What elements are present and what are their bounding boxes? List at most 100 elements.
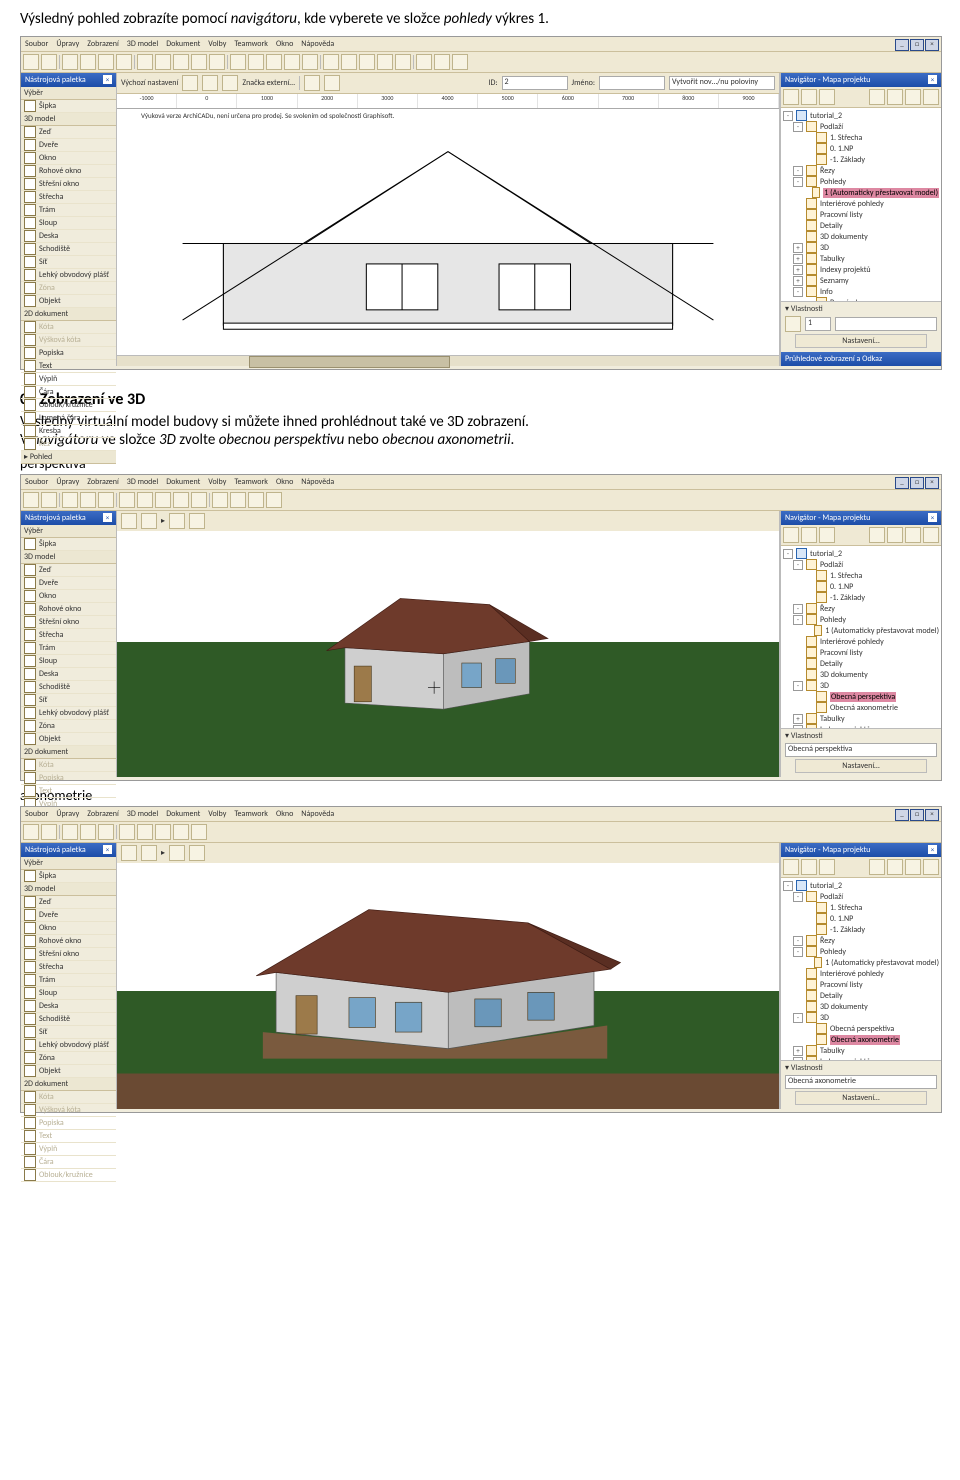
info-icon[interactable] (222, 75, 238, 91)
window-close[interactable]: × (925, 809, 939, 821)
tool-row[interactable]: Kresba (21, 425, 116, 438)
toolbar-button[interactable] (209, 54, 225, 70)
tool-row[interactable]: Okno (21, 922, 116, 935)
toolbar-button[interactable] (116, 54, 132, 70)
tool-row[interactable]: Střešní okno (21, 948, 116, 961)
tool-row[interactable]: Zeď (21, 564, 116, 577)
info-icon[interactable] (202, 75, 218, 91)
nav-button[interactable] (923, 527, 939, 543)
tool-row[interactable]: Zóna (21, 720, 116, 733)
tree-item[interactable]: 3D dokumenty (783, 669, 939, 680)
menu-item[interactable]: Úpravy (56, 809, 79, 819)
tree-item[interactable]: 0. 1.NP (783, 913, 939, 924)
tree-item[interactable]: Detaily (783, 220, 939, 231)
menu-item[interactable]: 3D model (127, 809, 158, 819)
menu-item[interactable]: Volby (208, 809, 226, 819)
tool-row[interactable]: Deska (21, 1000, 116, 1013)
tool-row[interactable]: Lehký obvodový plášť (21, 269, 116, 282)
prop-name[interactable]: Obecná axonometrie (785, 1075, 937, 1089)
tree-item[interactable]: -Podlaží (783, 121, 939, 132)
close-icon[interactable]: × (928, 845, 937, 854)
toolbar-button[interactable] (302, 54, 318, 70)
tree-item[interactable]: Detaily (783, 990, 939, 1001)
menu-item[interactable]: Teamwork (234, 39, 268, 49)
info-icon[interactable] (182, 75, 198, 91)
tree-project-root[interactable]: -tutorial_2 (783, 110, 939, 121)
tool-row[interactable]: Dveře (21, 909, 116, 922)
toolbar-button[interactable] (23, 824, 39, 840)
menu-item[interactable]: Soubor (25, 39, 48, 49)
toolbar-button[interactable] (80, 824, 96, 840)
tool-row[interactable]: Trám (21, 204, 116, 217)
tool-row[interactable]: Zeď (21, 126, 116, 139)
tool-row[interactable]: Sloup (21, 655, 116, 668)
menu-item[interactable]: Zobrazení (87, 809, 119, 819)
toolbar-button[interactable] (62, 824, 78, 840)
tool-row[interactable]: Sloup (21, 217, 116, 230)
tool-row[interactable]: Okno (21, 152, 116, 165)
navigator-tree[interactable]: -tutorial_2-Podlaží1. Střecha0. 1.NP-1. … (781, 546, 941, 728)
menu-item[interactable]: Dokument (166, 809, 200, 819)
toolbar-button[interactable] (137, 492, 153, 508)
menu-item[interactable]: Dokument (166, 477, 200, 487)
tree-item[interactable]: 0. 1.NP (783, 143, 939, 154)
palette-group[interactable]: 3D model (21, 551, 116, 564)
nav-button[interactable] (869, 89, 885, 105)
window-min[interactable]: _ (895, 39, 909, 51)
prop-name[interactable]: Obecná perspektiva (785, 743, 937, 757)
toolbar-button[interactable] (155, 54, 171, 70)
tool-row[interactable]: Lomená čára (21, 412, 116, 425)
toolbar-button[interactable] (62, 54, 78, 70)
menu-item[interactable]: Volby (208, 39, 226, 49)
toolbar-button[interactable] (212, 492, 228, 508)
tree-item[interactable]: Detaily (783, 658, 939, 669)
tree-item[interactable]: 1 (Automaticky přestavovat model) (783, 625, 939, 636)
nav-button[interactable] (819, 89, 835, 105)
tree-item[interactable]: +Tabulky (783, 253, 939, 264)
nav-button[interactable] (923, 859, 939, 875)
tree-item[interactable]: -Podlaží (783, 891, 939, 902)
prop-icon[interactable] (785, 316, 801, 332)
menu-item[interactable]: Teamwork (234, 477, 268, 487)
tree-item[interactable]: -1. Základy (783, 924, 939, 935)
toolbar-button[interactable] (173, 54, 189, 70)
tool-row[interactable]: Text (21, 360, 116, 373)
tool-row[interactable]: Objekt (21, 733, 116, 746)
scroll-thumb[interactable] (249, 356, 450, 368)
window-max[interactable]: □ (910, 809, 924, 821)
nav-button[interactable] (801, 527, 817, 543)
tool-row[interactable]: Střešní okno (21, 178, 116, 191)
toolbar-button[interactable] (98, 824, 114, 840)
tree-item[interactable]: Obecná perspektiva (783, 691, 939, 702)
tree-item[interactable]: +Seznamy (783, 275, 939, 286)
nav-button[interactable] (905, 527, 921, 543)
toolbar-button[interactable] (191, 54, 207, 70)
toolbar-button[interactable] (248, 492, 264, 508)
tree-item[interactable]: -3D (783, 680, 939, 691)
toolbar-button[interactable] (266, 54, 282, 70)
tree-item[interactable]: 1. Střecha (783, 570, 939, 581)
tree-item[interactable]: +Indexy projektů (783, 264, 939, 275)
tool-row[interactable]: Šipka (21, 870, 116, 883)
tool-row[interactable]: Střecha (21, 191, 116, 204)
palette-group[interactable]: 2D dokument (21, 746, 116, 759)
toolbar-button[interactable] (98, 492, 114, 508)
tool-row[interactable]: Dveře (21, 139, 116, 152)
palette-group[interactable]: Výběr (21, 857, 116, 870)
tree-item[interactable]: Obecná axonometrie (783, 1034, 939, 1045)
tool-row[interactable]: Rohové okno (21, 603, 116, 616)
close-icon[interactable]: × (103, 845, 112, 854)
tree-item[interactable]: Pracovní listy (783, 979, 939, 990)
toolbar-button[interactable] (155, 824, 171, 840)
menu-item[interactable]: Okno (276, 477, 293, 487)
id-field[interactable]: 2 (502, 76, 568, 90)
tree-item[interactable]: Obecná perspektiva (783, 1023, 939, 1034)
3d-viewport[interactable]: ▸ (117, 843, 780, 1109)
tool-row[interactable]: Síť (21, 694, 116, 707)
tool-row[interactable]: Řez (21, 438, 116, 451)
tree-item[interactable]: 3D dokumenty (783, 1001, 939, 1012)
tool-row[interactable]: Objekt (21, 1065, 116, 1078)
nav-button[interactable] (905, 859, 921, 875)
nav-button[interactable] (887, 859, 903, 875)
window-min[interactable]: _ (895, 809, 909, 821)
